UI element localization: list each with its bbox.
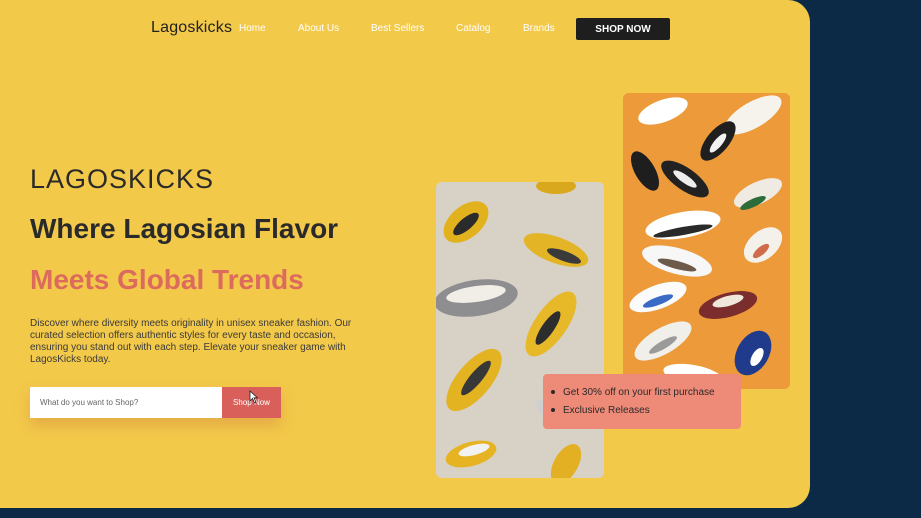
promo-item-label: Exclusive Releases [563,404,650,416]
page-frame: Lagoskicks Home About Us Best Sellers Ca… [0,0,810,508]
sneakers-collection-image [623,93,790,389]
hero-brand: LAGOSKICKS [30,164,215,194]
nav-link-best-sellers[interactable]: Best Sellers [371,23,424,34]
nav-link-catalog[interactable]: Catalog [456,23,490,34]
hero-description: Discover where diversity meets originali… [30,318,352,365]
nav-link-home[interactable]: Home [239,23,266,34]
hero-headline: Where Lagosian Flavor [30,213,339,244]
bullet-icon [551,408,555,412]
promo-item: Get 30% off on your first purchase [551,383,741,401]
site-logo[interactable]: Lagoskicks [151,19,232,37]
search-form: Shop Now [30,387,281,418]
search-input[interactable] [30,387,222,418]
promo-card: Get 30% off on your first purchase Exclu… [543,374,741,429]
hero-subheadline: Meets Global Trends [30,264,304,295]
nav-link-brands[interactable]: Brands [523,23,555,34]
sneakers-yellow-image [436,182,604,478]
mouse-pointer-icon [249,390,259,404]
nav-link-about-us[interactable]: About Us [298,23,339,34]
bullet-icon [551,390,555,394]
promo-item: Exclusive Releases [551,401,741,419]
promo-item-label: Get 30% off on your first purchase [563,386,715,398]
shop-now-nav-button[interactable]: SHOP NOW [576,18,670,40]
